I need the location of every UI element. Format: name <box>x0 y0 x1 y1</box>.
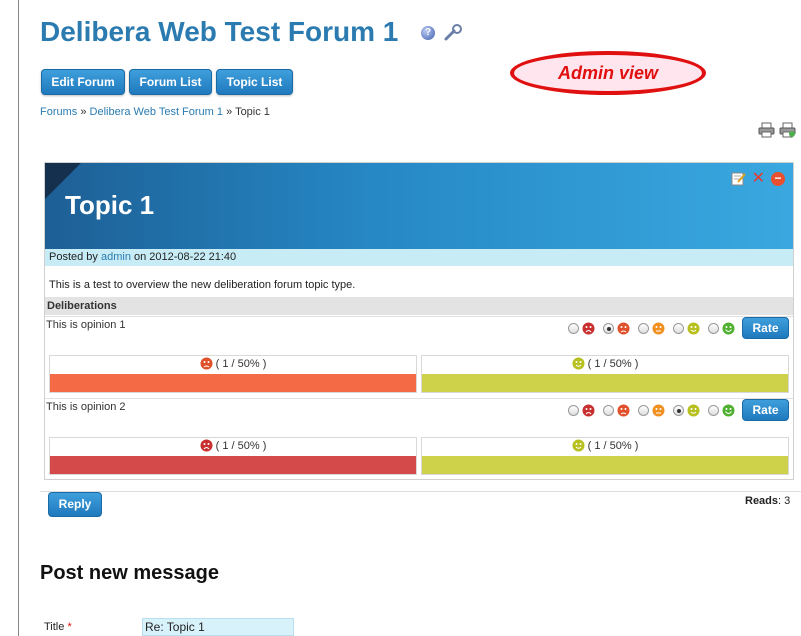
opinion-row: This is opinion 1 Rate ( 1 / 50% ) (1 /… <box>45 316 793 398</box>
wrench-icon[interactable] <box>443 24 463 42</box>
reads-count: Reads: 3 <box>745 495 790 507</box>
forum-list-button[interactable]: Forum List <box>129 69 212 95</box>
result-negative: ( 1 / 50% ) <box>49 355 417 393</box>
result-label: ( 1 / 50% ) <box>50 439 416 452</box>
topic-header: Topic 1 ✕ − <box>45 163 793 249</box>
very-happy-face-icon <box>722 322 735 334</box>
result-label: ( 1 / 50% ) <box>422 439 788 452</box>
edit-icon[interactable] <box>731 171 746 186</box>
rating-radio[interactable] <box>568 404 579 416</box>
result-label: ( 1 / 50% ) <box>50 357 416 370</box>
title-input[interactable] <box>142 618 294 636</box>
reply-button[interactable]: Reply <box>48 492 102 517</box>
topic-list-button[interactable]: Topic List <box>216 69 293 95</box>
result-value: ( 1 / 50% ) <box>587 357 639 370</box>
rate-button[interactable]: Rate <box>742 399 789 421</box>
very-sad-face-icon <box>582 322 595 334</box>
rating-radio[interactable] <box>673 322 684 334</box>
breadcrumb: Forums » Delibera Web Test Forum 1 » Top… <box>40 106 270 118</box>
happy-face-icon <box>572 357 585 370</box>
very-sad-face-icon <box>582 404 595 416</box>
result-positive: ( 1 / 50% ) <box>421 355 789 393</box>
result-bar <box>50 456 416 474</box>
reads-label: Reads <box>745 495 779 507</box>
happy-face-icon <box>687 322 700 334</box>
result-bar <box>422 374 788 392</box>
rating-radio[interactable] <box>568 322 579 334</box>
title-label-text: Title <box>44 621 65 633</box>
forum-title-icons: ? <box>421 24 463 42</box>
breadcrumb-separator: » <box>80 106 87 118</box>
edit-forum-button[interactable]: Edit Forum <box>41 69 125 95</box>
left-border <box>18 0 19 636</box>
topic-body: This is a test to overview the new delib… <box>49 279 356 291</box>
posted-date: on 2012-08-22 21:40 <box>130 251 237 263</box>
print-icons <box>758 122 796 138</box>
rate-button[interactable]: Rate <box>742 317 789 339</box>
very-happy-face-icon <box>722 404 735 416</box>
happy-face-icon <box>572 439 585 452</box>
neutral-face-icon <box>652 404 665 416</box>
admin-view-annotation: Admin view <box>510 51 706 95</box>
post-new-message-heading: Post new message <box>40 562 219 584</box>
required-mark: * <box>67 621 72 633</box>
rating-radio[interactable] <box>673 404 684 416</box>
rating-controls: Rate <box>563 317 789 339</box>
breadcrumb-current: Topic 1 <box>235 106 270 118</box>
deliberations-header: Deliberations <box>45 297 793 315</box>
close-icon[interactable]: ✕ <box>752 170 765 186</box>
breadcrumb-separator: » <box>226 106 233 118</box>
result-value: ( 1 / 50% ) <box>215 357 267 370</box>
result-value: ( 1 / 50% ) <box>215 439 267 452</box>
very-sad-face-icon <box>200 439 213 452</box>
posted-by-bar: Posted by admin on 2012-08-22 21:40 <box>45 249 793 266</box>
opinion-text: This is opinion 2 <box>46 401 126 413</box>
delete-icon[interactable]: − <box>771 171 785 186</box>
divider <box>40 491 801 492</box>
result-positive: ( 1 / 50% ) <box>421 437 789 475</box>
rating-radio[interactable] <box>708 322 719 334</box>
opinion-text: This is opinion 1 <box>46 319 126 331</box>
author-link[interactable]: admin <box>101 251 131 263</box>
result-bar <box>422 456 788 474</box>
title-label: Title * <box>44 621 72 633</box>
print-all-icon[interactable] <box>779 122 796 138</box>
neutral-face-icon <box>652 322 665 334</box>
topic-box: Topic 1 ✕ − Posted by admin on 2012-08-2… <box>44 162 794 480</box>
reads-value: : 3 <box>778 495 791 507</box>
print-icon[interactable] <box>758 122 775 138</box>
sad-face-icon <box>617 404 630 416</box>
result-label: ( 1 / 50% ) <box>422 357 788 370</box>
happy-face-icon <box>687 404 700 416</box>
sad-face-icon <box>617 322 630 334</box>
posted-prefix: Posted by <box>49 251 101 263</box>
rating-radio[interactable] <box>638 404 649 416</box>
help-icon[interactable]: ? <box>421 26 435 40</box>
result-value: ( 1 / 50% ) <box>587 439 639 452</box>
breadcrumb-forums-link[interactable]: Forums <box>40 106 77 118</box>
rating-controls: Rate <box>563 399 789 421</box>
topic-title: Topic 1 <box>65 190 155 220</box>
sad-face-icon <box>200 357 213 370</box>
breadcrumb-forum-link[interactable]: Delibera Web Test Forum 1 <box>90 106 223 118</box>
opinion-row: This is opinion 2 Rate ( 1 / 50% ) (1 /… <box>45 398 793 480</box>
topic-actions: ✕ − <box>731 170 785 186</box>
rating-radio[interactable] <box>708 404 719 416</box>
rating-radio[interactable] <box>638 322 649 334</box>
result-bar <box>50 374 416 392</box>
result-negative: ( 1 / 50% ) <box>49 437 417 475</box>
forum-title: Delibera Web Test Forum 1 <box>40 16 399 47</box>
rating-radio[interactable] <box>603 322 614 334</box>
rating-radio[interactable] <box>603 404 614 416</box>
